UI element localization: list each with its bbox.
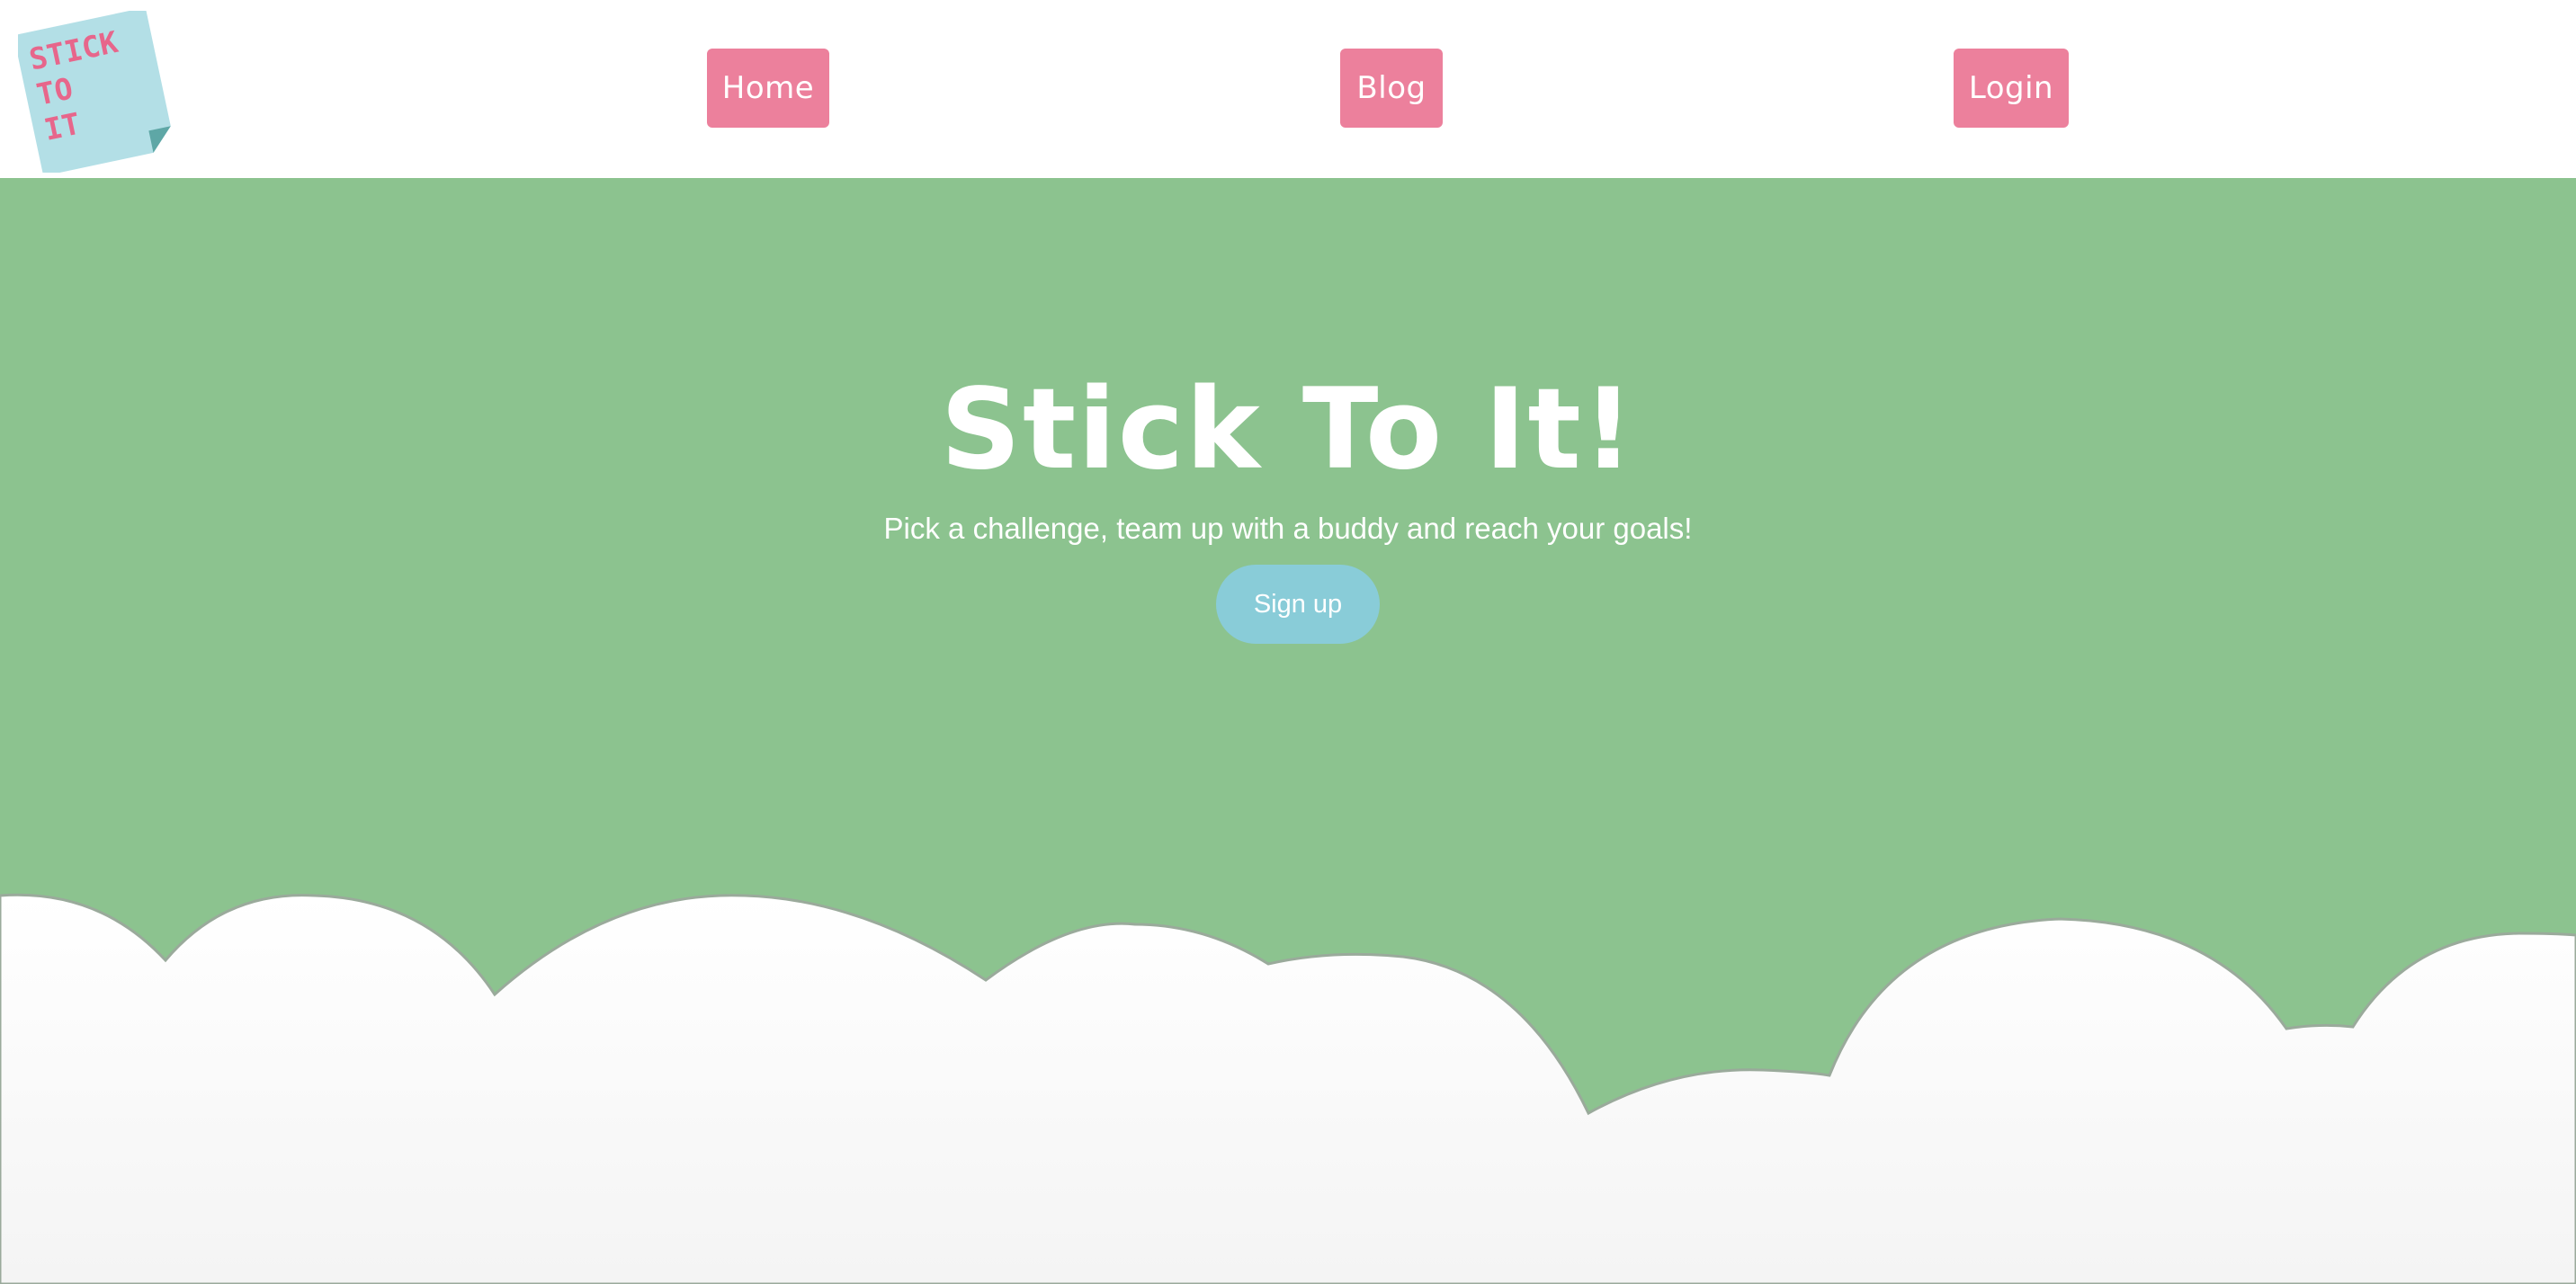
site-header: STICK TO IT Home Blog Login	[0, 0, 2576, 178]
hero-section: Stick To It! Pick a challenge, team up w…	[0, 178, 2576, 1284]
hero-tagline: Pick a challenge, team up with a buddy a…	[883, 512, 1693, 545]
logo-text-line-2: TO	[33, 70, 76, 111]
sticky-note-logo-graphic: STICK TO IT	[18, 11, 171, 173]
hero-title: Stick To It!	[940, 365, 1636, 495]
sticky-note-logo[interactable]: STICK TO IT	[18, 11, 171, 173]
signup-button[interactable]: Sign up	[1216, 565, 1380, 644]
page: STICK TO IT Home Blog Login Stick To It!…	[0, 0, 2576, 1284]
nav-login-button[interactable]: Login	[1954, 49, 2069, 128]
logo-text-line-3: IT	[41, 106, 84, 147]
nav-home-button[interactable]: Home	[707, 49, 829, 128]
nav-blog-button[interactable]: Blog	[1340, 49, 1443, 128]
